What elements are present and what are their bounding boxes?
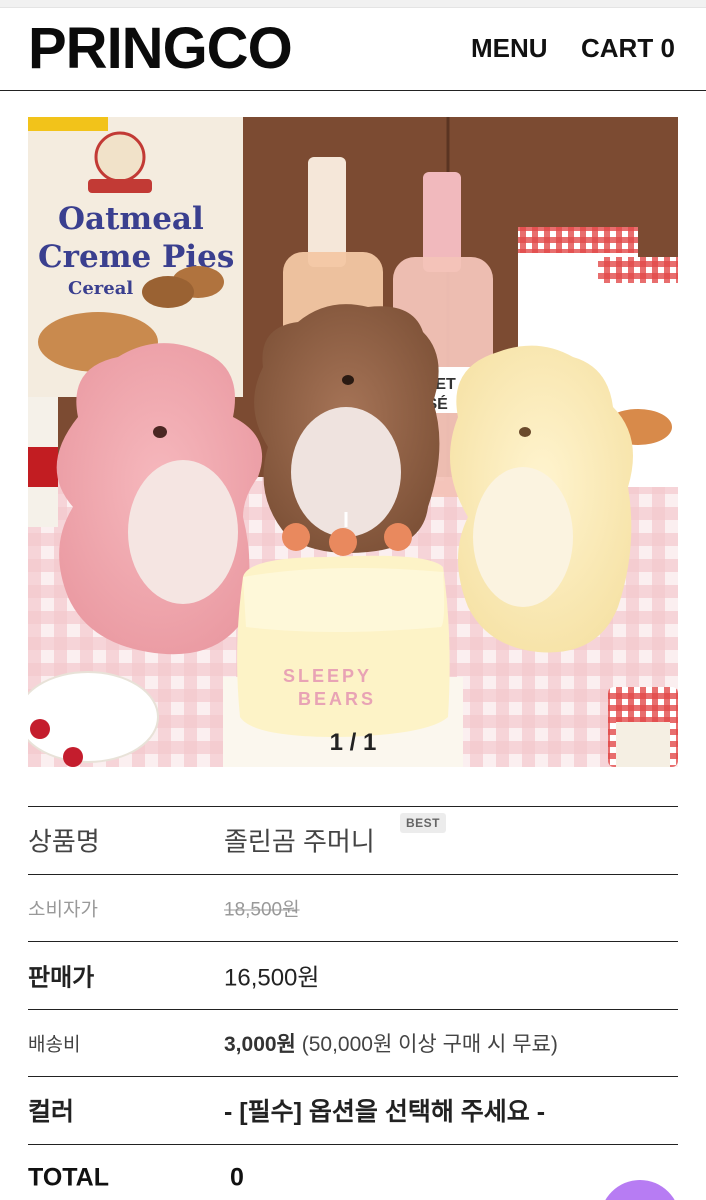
- consumer-price-value: 18,500원: [224, 899, 300, 921]
- menu-button[interactable]: MENU: [471, 33, 548, 64]
- product-name-label: 상품명: [28, 826, 100, 857]
- shipping-label: 배송비: [28, 1034, 81, 1056]
- product-image[interactable]: Oatmeal Creme Pies Cereal VEET OSÉ: [28, 117, 678, 767]
- site-header: PRINGCO MENU CART 0: [0, 9, 706, 91]
- color-option-select[interactable]: - [필수] 옵션을 선택해 주세요 -: [224, 1092, 545, 1128]
- svg-text:SLEEPY: SLEEPY: [283, 666, 372, 686]
- svg-text:Cereal: Cereal: [68, 278, 133, 299]
- svg-text:Oatmeal: Oatmeal: [58, 201, 204, 237]
- best-badge: BEST: [400, 813, 447, 833]
- row-total: TOTAL 0: [28, 1143, 678, 1200]
- total-label: TOTAL: [28, 1163, 110, 1192]
- row-sale-price: 판매가 16,500원: [28, 941, 678, 1009]
- color-label: 컬러: [28, 1098, 75, 1127]
- cart-button[interactable]: CART 0: [581, 33, 675, 64]
- consumer-price-label: 소비자가: [28, 899, 98, 921]
- cart-label: CART: [581, 33, 654, 63]
- product-info-table: 상품명 졸린곰 주머니 BEST 소비자가 18,500원 판매가 16,500…: [28, 806, 678, 1200]
- product-photo-illustration: Oatmeal Creme Pies Cereal VEET OSÉ: [28, 117, 678, 767]
- sale-price-label: 판매가: [28, 964, 95, 992]
- site-logo[interactable]: PRINGCO: [28, 15, 293, 82]
- svg-text:BEARS: BEARS: [298, 689, 376, 709]
- total-value: 0: [230, 1163, 244, 1192]
- shipping-fee: 3,000원: [224, 1032, 296, 1056]
- shipping-note: (50,000원 이상 구매 시 무료): [301, 1032, 558, 1056]
- shipping-value: 3,000원 (50,000원 이상 구매 시 무료): [224, 1028, 558, 1058]
- cart-count: 0: [660, 33, 675, 63]
- image-counter: 1 / 1: [329, 729, 377, 756]
- sale-price-value: 16,500원: [224, 964, 320, 992]
- row-color-option: 컬러 - [필수] 옵션을 선택해 주세요 -: [28, 1076, 678, 1144]
- row-shipping: 배송비 3,000원 (50,000원 이상 구매 시 무료): [28, 1008, 678, 1077]
- product-name-value: 졸린곰 주머니: [224, 826, 375, 857]
- row-consumer-price: 소비자가 18,500원: [28, 873, 678, 942]
- browser-top-bar: [0, 0, 706, 8]
- row-product-name: 상품명 졸린곰 주머니 BEST: [28, 806, 678, 874]
